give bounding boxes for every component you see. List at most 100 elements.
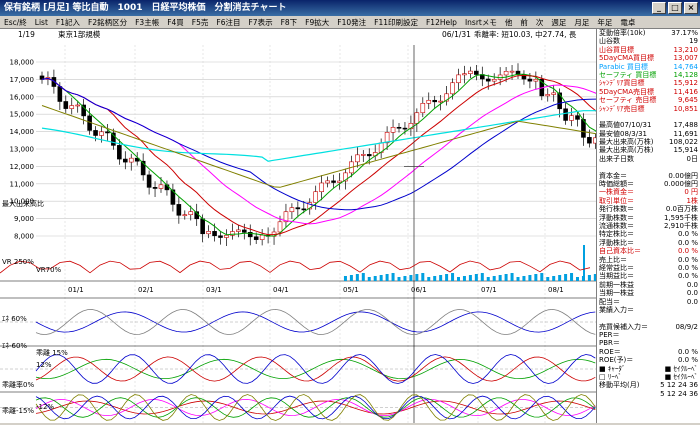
panel-value: 0.0 %	[677, 255, 698, 264]
volume-bar	[343, 276, 347, 281]
ma-24-line	[41, 77, 602, 225]
candle-down	[123, 158, 128, 163]
candle-up	[188, 211, 194, 216]
date-tick-label: 03/1	[206, 286, 222, 294]
candle-up	[158, 184, 164, 189]
toolbar-item-12[interactable]: F11印刷設定	[370, 16, 422, 28]
candle-down	[402, 127, 408, 130]
price-tick-label: 15,000	[10, 111, 35, 119]
candle-up	[491, 79, 497, 82]
toolbar-item-15[interactable]: 他	[501, 16, 517, 28]
window-title: 保有銘柄 [月足] 等比自動 1001 日経平均株価 分割消去チャート	[4, 3, 287, 13]
panel-label: ｼｬﾝﾃﾞﾘｱ売目標	[599, 104, 645, 113]
candle-up	[503, 71, 509, 76]
close-button[interactable]: ×	[684, 2, 698, 14]
toolbar-item-17[interactable]: 次	[532, 16, 548, 28]
date-tick-label: 01/1	[68, 286, 84, 294]
panel-value: 9,645	[677, 96, 698, 105]
panel-row: ｼｬﾝﾃﾞﾘｱ買目標 15,912	[597, 79, 700, 87]
panel-label: 前期一株益	[599, 280, 634, 289]
subpanel-label: 乖離 15%	[36, 348, 68, 357]
toolbar-item-1[interactable]: List	[31, 16, 52, 28]
candle-down	[557, 92, 562, 110]
volume-bar	[510, 273, 514, 281]
panel-value: 15,914	[673, 146, 699, 155]
toolbar-item-14[interactable]: Insrtメモ	[461, 16, 501, 28]
toolbar-item-10[interactable]: F9拡大	[301, 16, 333, 28]
volume-bar	[349, 275, 353, 281]
volume-bar	[587, 275, 591, 281]
panel-value: 17,488	[673, 121, 699, 130]
toolbar-item-2[interactable]: F1記入	[52, 16, 84, 28]
candle-up	[313, 191, 319, 203]
panel-label: 山谷数	[599, 37, 620, 46]
candle-down	[242, 229, 247, 233]
candle-up	[355, 154, 360, 163]
panel-row: 当期一株益 0.0	[597, 289, 700, 297]
toolbar-item-6[interactable]: F5売	[188, 16, 213, 28]
panel-label: PBR＝	[599, 339, 620, 348]
volume-bar	[427, 277, 431, 281]
toolbar-item-7[interactable]: F6注目	[212, 16, 244, 28]
panel-value: 08/9/2	[675, 322, 698, 331]
volume-bar	[552, 276, 556, 281]
volume-bar	[403, 276, 407, 281]
panel-value: 5 12 24 36	[660, 381, 698, 390]
volume-bar	[462, 276, 466, 281]
toolbar-item-16[interactable]: 前	[516, 16, 532, 28]
date-tick-label: 04/1	[273, 286, 289, 294]
candle-down	[117, 145, 122, 160]
toolbar-item-13[interactable]: F12Help	[422, 16, 461, 28]
minimize-button[interactable]: _	[652, 2, 666, 14]
date-tick-label: 08/1	[548, 286, 564, 294]
toolbar-item-4[interactable]: F3主帳	[131, 16, 163, 28]
candle-up	[236, 229, 241, 232]
candle-up	[319, 182, 324, 193]
date-tick-label: 06/1	[411, 286, 427, 294]
volume-bar	[570, 273, 574, 281]
candle-down	[563, 108, 568, 121]
candle-up	[206, 231, 211, 235]
volume-bar	[534, 274, 538, 281]
panel-label: ROE＝	[599, 347, 621, 356]
subpanel-label: VR 250%	[2, 258, 34, 266]
toolbar-item-19[interactable]: 月足	[570, 16, 593, 28]
candle-up	[99, 131, 104, 136]
volume-bar	[445, 274, 449, 281]
panel-value: 0.0 %	[677, 347, 698, 356]
toolbar-item-11[interactable]: F10発注	[333, 16, 370, 28]
panel-row: 5 12 24 36	[597, 390, 700, 398]
panel-row: 山谷買目標 13,210	[597, 46, 700, 54]
panel-label: Parabic 買目標	[599, 62, 648, 71]
toolbar-item-18[interactable]: 週足	[547, 16, 570, 28]
candle-down	[63, 101, 69, 109]
toolbar-item-3[interactable]: F2銘柄区分	[84, 16, 131, 28]
panel-value: ■ ｾｲｸﾙｰﾍﾞ	[664, 364, 698, 373]
candle-down	[295, 207, 301, 210]
toolbar-item-5[interactable]: F4買	[163, 16, 188, 28]
toolbar-item-21[interactable]: 電卓	[616, 16, 639, 28]
price-chart-svg[interactable]: 18,000 17,000 16,000 15,000 14,000 13,000 12,0…	[0, 40, 604, 423]
toolbar-item-8[interactable]: F7表示	[244, 16, 276, 28]
panel-row: 最安値08/3/31 11,691	[597, 130, 700, 138]
cursor-date: 06/1/31	[442, 30, 471, 39]
toolbar-item-0[interactable]: Esc/終	[0, 16, 31, 28]
panel-value: 11,416	[673, 87, 699, 96]
chart-area[interactable]: 18,000 17,000 16,000 15,000 14,000 13,000 12,0…	[0, 40, 604, 423]
volume-bar	[415, 274, 419, 281]
candle-up	[325, 180, 330, 184]
panel-value: 11,691	[673, 129, 699, 138]
panel-row: 配当＝ 0.0	[597, 298, 700, 306]
panel-row: ■ ｷｬｰﾀﾞ ■ ｾｲｸﾙｰﾍﾞ	[597, 365, 700, 373]
candle-up	[69, 105, 75, 109]
toolbar-item-20[interactable]: 年足	[593, 16, 616, 28]
panel-value: 15,912	[673, 79, 699, 88]
volume-bar	[504, 274, 508, 281]
indicator-panel: 変動倍率(10k) 37.17% 山谷数 19 山谷買目標 13,210 5DayCMA買目…	[596, 29, 700, 423]
volume-bar	[439, 275, 443, 281]
maximize-button[interactable]: □	[668, 2, 682, 14]
toolbar-item-9[interactable]: F8下	[277, 16, 302, 28]
panel-label: 配当＝	[599, 297, 620, 306]
candle-down	[396, 126, 402, 129]
price-tick-label: 14,000	[10, 128, 35, 136]
